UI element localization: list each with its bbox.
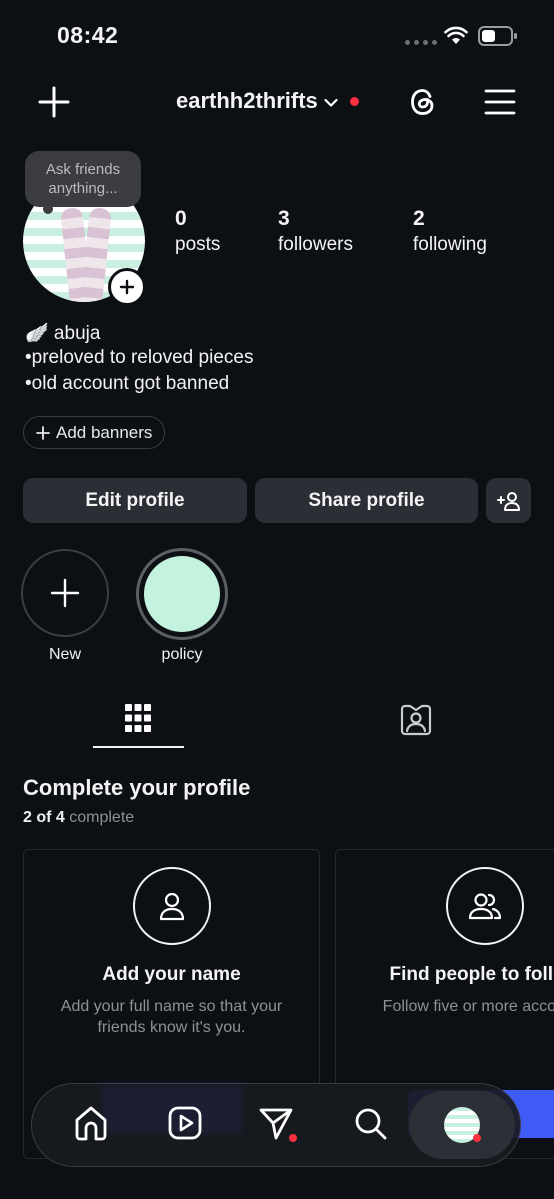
highlight-cover xyxy=(144,556,220,632)
nav-profile-tab[interactable] xyxy=(409,1091,515,1159)
edit-profile-button[interactable]: Edit profile xyxy=(23,478,247,523)
card-title: Find people to follow xyxy=(389,964,554,985)
add-banners-button[interactable]: Add banners xyxy=(23,416,166,449)
reels-icon[interactable] xyxy=(167,1104,203,1142)
person-icon xyxy=(132,867,211,945)
messages-notification-dot xyxy=(289,1134,297,1142)
followers-stat[interactable]: 3 followers xyxy=(278,207,353,256)
bottom-nav xyxy=(31,1083,521,1167)
add-banners-label: Add banners xyxy=(56,422,153,442)
bio-line: •preloved to reloved pieces xyxy=(25,347,254,368)
posts-label: posts xyxy=(175,234,221,255)
account-switcher[interactable]: earthh2thrifts xyxy=(176,88,359,114)
complete-profile-title: Complete your profile xyxy=(23,775,251,800)
active-tab-indicator xyxy=(93,746,184,748)
plus-icon xyxy=(49,577,81,609)
progress-count: 2 of 4 xyxy=(23,809,65,826)
following-stat[interactable]: 2 following xyxy=(413,207,487,256)
create-post-icon[interactable] xyxy=(36,84,72,120)
wifi-icon xyxy=(444,26,468,46)
cellular-signal-icon xyxy=(405,40,437,45)
complete-profile-progress: 2 of 4 complete xyxy=(23,809,134,827)
card-title: Add your name xyxy=(102,964,241,985)
progress-word: complete xyxy=(69,809,135,826)
tagged-tab-icon[interactable] xyxy=(399,703,433,737)
notification-dot xyxy=(349,96,359,106)
note-bubble[interactable]: Ask friends anything... xyxy=(25,151,141,207)
add-person-icon xyxy=(496,490,521,512)
home-icon[interactable] xyxy=(73,1104,109,1142)
add-story-button[interactable] xyxy=(108,268,146,306)
search-icon[interactable] xyxy=(352,1104,388,1142)
share-profile-button[interactable]: Share profile xyxy=(255,478,478,523)
menu-icon[interactable] xyxy=(484,88,516,116)
followers-count: 3 xyxy=(278,207,290,230)
card-description: Follow five or more accounts xyxy=(382,998,554,1015)
plus-icon xyxy=(36,425,50,440)
chevron-down-icon xyxy=(324,98,338,108)
card-description-line: friends know it's you. xyxy=(97,1019,246,1036)
following-label: following xyxy=(413,234,487,255)
followers-label: followers xyxy=(278,234,353,255)
highlight-policy[interactable] xyxy=(136,548,228,640)
posts-stat[interactable]: 0 posts xyxy=(175,207,220,256)
profile-notification-dot xyxy=(473,1134,481,1142)
highlight-label: policy xyxy=(161,646,203,663)
following-count: 2 xyxy=(413,207,425,230)
threads-icon[interactable] xyxy=(405,84,441,120)
grid-tab-icon[interactable] xyxy=(124,703,152,733)
status-time: 08:42 xyxy=(57,22,119,48)
discover-people-button[interactable] xyxy=(486,478,531,523)
profile-username: earthh2thrifts xyxy=(176,88,318,113)
new-highlight-button[interactable] xyxy=(21,549,109,637)
bio-line: •old account got banned xyxy=(25,373,230,394)
highlight-label: New xyxy=(48,646,81,663)
card-description: Add your full name so that your friends … xyxy=(24,996,319,1038)
battery-icon xyxy=(478,25,518,47)
posts-count: 0 xyxy=(175,207,187,230)
bio-line: 🪽 abuja xyxy=(25,323,101,344)
card-description-line: Add your full name so that your xyxy=(60,998,283,1015)
people-icon xyxy=(445,867,524,945)
